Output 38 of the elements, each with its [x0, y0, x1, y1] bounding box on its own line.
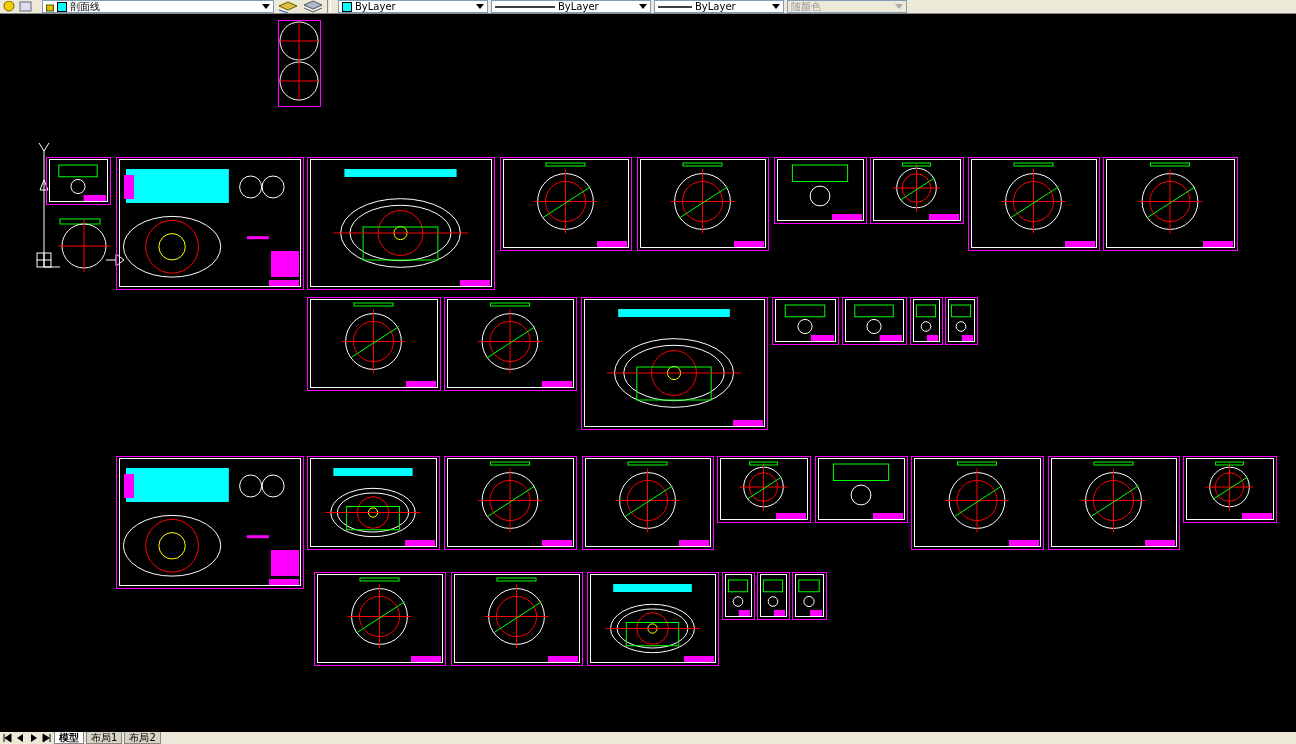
part-drawing [57, 218, 117, 273]
dropdown-arrow-icon [476, 4, 484, 9]
previous-tab-icon[interactable] [15, 733, 26, 743]
last-tab-icon[interactable] [41, 733, 52, 743]
drawing-sheet [757, 572, 790, 620]
drawing-sheet [842, 297, 907, 345]
first-tab-icon[interactable] [2, 733, 13, 743]
lineweight-dropdown[interactable]: ByLayer [654, 0, 784, 13]
layers-icon[interactable] [302, 0, 324, 13]
linetype-value: ByLayer [558, 0, 599, 13]
layout-tab[interactable]: 布局2 [124, 732, 161, 744]
lock-icon [46, 1, 54, 12]
layer-dropdown[interactable]: 剖面线 [42, 0, 274, 13]
linetype-dropdown[interactable]: ByLayer [491, 0, 651, 13]
line-sample-icon [658, 4, 692, 9]
layout-tab[interactable]: 布局1 [86, 732, 123, 744]
drawing-sheet [722, 572, 755, 620]
line-sample-icon [495, 4, 555, 9]
drawing-sheet [792, 572, 827, 620]
drawing-sheet [910, 297, 943, 345]
lineweight-value: ByLayer [695, 0, 736, 13]
color-swatch-icon [342, 1, 352, 12]
layer-color-icon [57, 1, 67, 12]
next-tab-icon[interactable] [28, 733, 39, 743]
dropdown-arrow-icon [639, 4, 647, 9]
dropdown-arrow-icon [895, 4, 903, 9]
layout-tab[interactable]: 模型 [54, 732, 84, 744]
plot-style-value: 随颜色 [791, 0, 821, 13]
dropdown-arrow-icon [262, 4, 270, 9]
color-dropdown[interactable]: ByLayer [338, 0, 488, 13]
drawing-sheet [945, 297, 978, 345]
drawing-sheet [46, 157, 111, 205]
lightbulb-icon[interactable] [2, 0, 16, 13]
dropdown-arrow-icon [772, 4, 780, 9]
color-value: ByLayer [355, 0, 396, 13]
layers-icon[interactable] [277, 0, 299, 13]
layer-name: 剖面线 [70, 0, 100, 13]
drawing-sheet [772, 297, 839, 345]
